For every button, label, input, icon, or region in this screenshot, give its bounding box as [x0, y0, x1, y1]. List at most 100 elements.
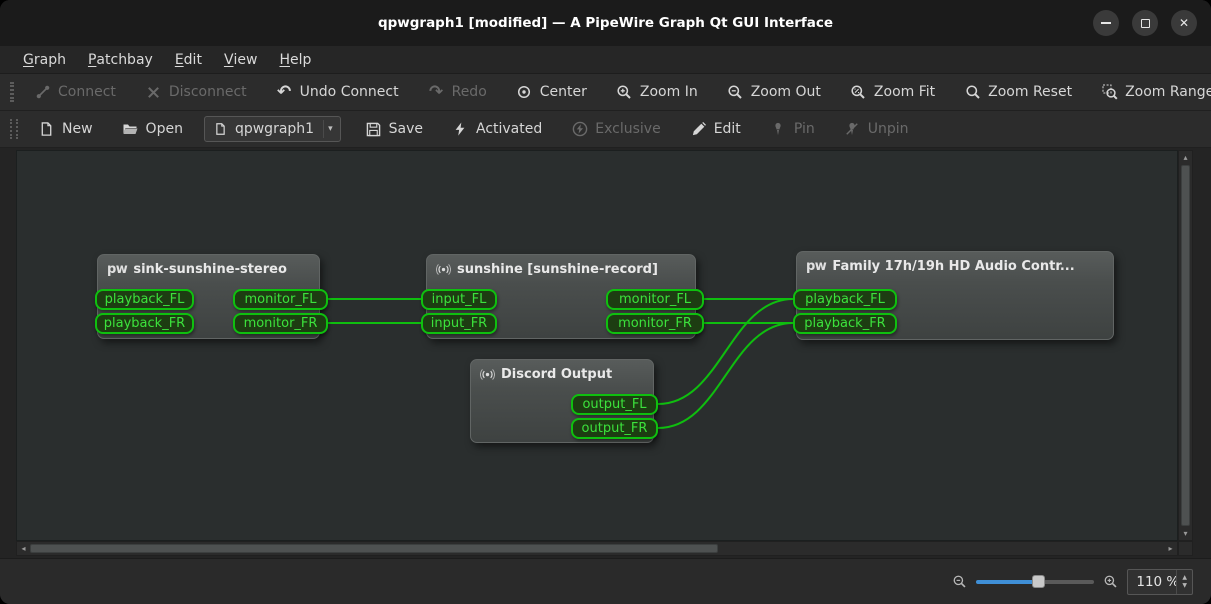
zoom-out-icon — [727, 84, 744, 101]
zoom-reset-icon — [964, 84, 981, 101]
zoom-slider-track[interactable] — [1038, 580, 1095, 584]
graph-canvas[interactable]: pw sink-sunshine-stereo sunshine [sunshi… — [16, 150, 1178, 541]
pin-icon — [770, 121, 787, 138]
horizontal-scrollbar[interactable]: ◂ ▸ — [16, 541, 1178, 556]
spin-up-arrow-icon[interactable]: ▲ — [1177, 574, 1192, 582]
combo-dropdown-arrow-icon[interactable]: ▾ — [323, 120, 337, 138]
port-playback-fr[interactable]: playback_FR — [95, 313, 194, 334]
center-label: Center — [540, 84, 587, 100]
zoom-out-button[interactable]: Zoom Out — [717, 77, 831, 107]
port-output-fr[interactable]: output_FR — [571, 418, 658, 439]
open-button[interactable]: Open — [112, 114, 193, 144]
zoom-out-icon[interactable] — [952, 574, 967, 589]
zoom-slider[interactable] — [976, 574, 1094, 589]
port-input-fr[interactable]: input_FR — [421, 313, 497, 334]
activated-bolt-icon — [452, 121, 469, 138]
unpin-icon — [844, 121, 861, 138]
save-label: Save — [389, 121, 423, 137]
patchbay-toolbar: New Open qpwgraph1 ▾ Save Activate — [0, 111, 1211, 148]
save-button[interactable]: Save — [355, 114, 433, 144]
port-playback-fl[interactable]: playback_FL — [95, 289, 194, 310]
vertical-scrollbar-thumb[interactable] — [1181, 165, 1190, 526]
menu-view[interactable]: View — [213, 46, 269, 73]
vertical-scrollbar[interactable]: ▴ ▾ — [1178, 150, 1193, 541]
scroll-up-arrow[interactable]: ▴ — [1179, 151, 1192, 164]
activated-toggle[interactable]: Activated — [442, 114, 552, 144]
patchbay-profile-combobox[interactable]: qpwgraph1 ▾ — [204, 116, 341, 142]
menu-label: iew — [234, 52, 258, 68]
patchbay-file-icon — [212, 121, 229, 138]
horizontal-scrollbar-track[interactable] — [718, 542, 1164, 555]
menu-label-accel: V — [224, 52, 234, 68]
zoom-value-input[interactable] — [1128, 574, 1176, 590]
scroll-right-arrow[interactable]: ▸ — [1164, 542, 1177, 555]
maximize-button[interactable] — [1132, 10, 1158, 36]
zoom-spin-arrows: ▲ ▼ — [1176, 570, 1192, 594]
canvas-frame: pw sink-sunshine-stereo sunshine [sunshi… — [16, 150, 1193, 556]
zoom-in-icon[interactable] — [1103, 574, 1118, 589]
title-bar[interactable]: qpwgraph1 [modified] — A PipeWire Graph … — [0, 0, 1211, 46]
redo-label: Redo — [452, 84, 487, 100]
app-window: qpwgraph1 [modified] — A PipeWire Graph … — [0, 0, 1211, 604]
menu-graph[interactable]: Graph — [12, 46, 77, 73]
port-output-fl[interactable]: output_FL — [571, 394, 658, 415]
menu-label: elp — [290, 52, 311, 68]
port-input-fl[interactable]: input_FL — [421, 289, 497, 310]
menu-label-accel: E — [175, 52, 184, 68]
exclusive-toggle[interactable]: Exclusive — [561, 114, 670, 144]
pipewire-icon: pw — [107, 263, 127, 276]
zoom-reset-button[interactable]: Zoom Reset — [954, 77, 1082, 107]
spin-down-arrow-icon[interactable]: ▼ — [1177, 582, 1192, 590]
menu-label-accel: H — [279, 52, 290, 68]
menu-label: dit — [184, 52, 202, 68]
port-playback-fr[interactable]: playback_FR — [793, 313, 897, 334]
undo-connect-button[interactable]: ↶ Undo Connect — [266, 77, 409, 107]
window-controls: ✕ — [1093, 10, 1197, 36]
zoom-out-label: Zoom Out — [751, 84, 821, 100]
redo-button[interactable]: ↷ Redo — [418, 77, 497, 107]
center-button[interactable]: Center — [506, 77, 597, 107]
node-header: Discord Output — [471, 360, 653, 382]
zoom-spinbox: ▲ ▼ — [1127, 569, 1193, 595]
connect-button[interactable]: Connect — [24, 77, 126, 107]
scroll-down-arrow[interactable]: ▾ — [1179, 527, 1192, 540]
zoom-fit-label: Zoom Fit — [874, 84, 935, 100]
port-monitor-fl[interactable]: monitor_FL — [233, 289, 328, 310]
zoom-in-button[interactable]: Zoom In — [606, 77, 708, 107]
horizontal-scrollbar-thumb[interactable] — [30, 544, 718, 553]
toolbar-handle[interactable] — [10, 119, 18, 139]
undo-icon: ↶ — [276, 84, 293, 101]
minimize-button[interactable] — [1093, 10, 1119, 36]
unpin-button[interactable]: Unpin — [834, 114, 919, 144]
port-monitor-fr[interactable]: monitor_FR — [233, 313, 328, 334]
zoom-slider-handle[interactable] — [1032, 575, 1045, 588]
status-bar: ▲ ▼ — [0, 558, 1211, 604]
new-button[interactable]: New — [28, 114, 103, 144]
connect-label: Connect — [58, 84, 116, 100]
connections-layer — [17, 151, 1178, 541]
menu-label: atchbay — [96, 52, 152, 68]
redo-icon: ↷ — [428, 84, 445, 101]
zoom-range-icon — [1101, 84, 1118, 101]
toolbar-handle[interactable] — [10, 82, 14, 102]
zoom-fit-button[interactable]: Zoom Fit — [840, 77, 945, 107]
zoom-range-button[interactable]: Zoom Range — [1091, 77, 1211, 107]
edit-button[interactable]: Edit — [680, 114, 751, 144]
menu-help[interactable]: Help — [268, 46, 322, 73]
menu-edit[interactable]: Edit — [164, 46, 213, 73]
close-button[interactable]: ✕ — [1171, 10, 1197, 36]
disconnect-button[interactable]: Disconnect — [135, 77, 257, 107]
node-title: sink-sunshine-stereo — [133, 262, 287, 277]
new-label: New — [62, 121, 93, 137]
port-monitor-fl[interactable]: monitor_FL — [606, 289, 704, 310]
patchbay-profile-value: qpwgraph1 — [235, 121, 314, 137]
menu-patchbay[interactable]: Patchbay — [77, 46, 164, 73]
port-playback-fl[interactable]: playback_FL — [793, 289, 897, 310]
menu-bar: Graph Patchbay Edit View Help — [0, 46, 1211, 74]
unpin-label: Unpin — [868, 121, 909, 137]
undo-connect-label: Undo Connect — [300, 84, 399, 100]
pin-button[interactable]: Pin — [760, 114, 825, 144]
menu-label-accel: P — [88, 52, 96, 68]
scroll-left-arrow[interactable]: ◂ — [17, 542, 30, 555]
port-monitor-fr[interactable]: monitor_FR — [606, 313, 704, 334]
